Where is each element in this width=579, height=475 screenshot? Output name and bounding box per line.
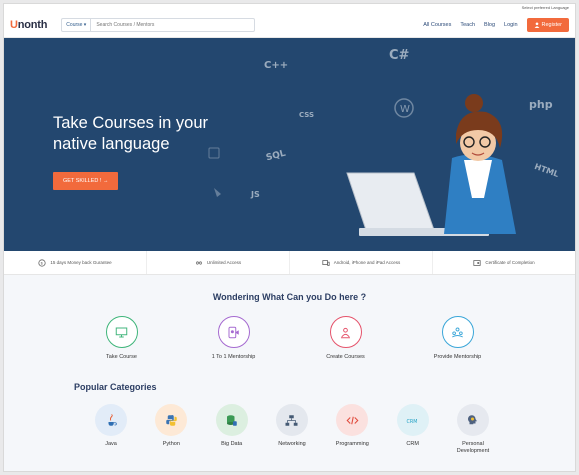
- hero-title: Take Courses in your native language: [53, 114, 208, 153]
- presenter-icon: [341, 327, 350, 338]
- feature-certificate: Certificate of Completion: [433, 251, 575, 274]
- site-logo[interactable]: Unonth: [10, 19, 47, 31]
- register-label: Register: [541, 21, 562, 28]
- category-disc: [456, 404, 489, 436]
- category-disc: [336, 404, 369, 436]
- search-bar: Course ▾: [61, 17, 256, 32]
- site-header: Unonth Course ▾ All Courses Teach Blog L…: [4, 12, 575, 38]
- category-disc: [95, 404, 127, 436]
- category-networking[interactable]: Networking: [269, 404, 315, 455]
- feature-label: 15 days Money back Gurantee: [50, 260, 112, 265]
- brain-icon: [468, 414, 478, 424]
- money-back-icon: $: [38, 258, 46, 267]
- nav-all-courses[interactable]: All Courses: [423, 22, 451, 28]
- category-personal-development[interactable]: Personal Development: [450, 404, 496, 455]
- group-icon: [452, 327, 463, 337]
- category-label: Personal Development: [456, 441, 490, 454]
- category-label: Programming: [335, 441, 369, 447]
- features-strip: $ 15 days Money back Gurantee Unlimited …: [4, 251, 575, 275]
- action-circle: [105, 316, 138, 348]
- course-category-select[interactable]: Course ▾: [62, 18, 92, 31]
- svg-text:CRM: CRM: [407, 418, 418, 424]
- category-label: Big Data: [221, 441, 243, 447]
- language-bar[interactable]: Select preferred Language: [4, 4, 575, 12]
- category-label: CRM: [406, 441, 419, 447]
- register-button[interactable]: Register: [526, 17, 569, 32]
- action-circle: [217, 316, 250, 348]
- user-icon: [534, 21, 539, 28]
- network-icon: [285, 414, 298, 426]
- actions-row: Take Course 1 To 1 Mentorship Create Cou…: [80, 316, 500, 360]
- tech-word-js: JS: [251, 190, 260, 199]
- feature-label: Android, iPhone and iPad Access: [333, 260, 401, 265]
- category-python[interactable]: Python: [148, 404, 194, 455]
- certificate-icon: [473, 259, 481, 266]
- action-take-course[interactable]: Take Course: [80, 316, 164, 360]
- action-circle: [441, 316, 474, 348]
- action-label: 1 To 1 Mentorship: [211, 354, 256, 360]
- category-big-data[interactable]: Big Data: [209, 404, 255, 455]
- feature-label: Unlimited Access: [206, 260, 242, 265]
- feature-devices: Android, iPhone and iPad Access: [290, 251, 433, 274]
- tech-word-css: CSS: [299, 111, 315, 119]
- nav-teach[interactable]: Teach: [460, 22, 475, 28]
- code-icon: [346, 416, 359, 424]
- video-call-icon: [228, 326, 239, 338]
- wonder-title: Wondering What Can you Do here ?: [212, 292, 367, 302]
- java-icon: [108, 413, 117, 426]
- category-disc: [215, 404, 248, 436]
- python-icon: [166, 414, 177, 426]
- category-label: Python: [162, 441, 180, 447]
- action-create-courses[interactable]: Create Courses: [304, 316, 388, 360]
- tech-word-php: php: [529, 98, 553, 111]
- database-icon: [227, 414, 237, 426]
- category-crm[interactable]: CRM CRM: [390, 404, 436, 455]
- action-provide-mentorship[interactable]: Provide Mentorship: [416, 316, 500, 360]
- laptop-icon: [346, 172, 435, 231]
- logo-text: nonth: [17, 18, 48, 31]
- devices-icon: [322, 259, 330, 266]
- character-bun: [465, 94, 483, 112]
- category-disc: [155, 404, 188, 436]
- page-frame: Select preferred Language Unonth Course …: [3, 3, 576, 472]
- language-selector-text[interactable]: Select preferred Language: [522, 5, 569, 10]
- main-nav: All Courses Teach Blog Login Register: [423, 17, 569, 32]
- get-skilled-button[interactable]: GET SKILLED ! →: [53, 172, 119, 190]
- category-disc: [275, 404, 308, 436]
- search-input[interactable]: [91, 18, 255, 31]
- category-java[interactable]: Java: [88, 404, 134, 455]
- feature-label: Certificate of Completion: [485, 260, 535, 265]
- nav-blog[interactable]: Blog: [484, 22, 495, 28]
- hero-banner: W C++ C# CSS php SQL JS HTML Take Course…: [4, 38, 575, 251]
- action-mentorship[interactable]: 1 To 1 Mentorship: [192, 316, 276, 360]
- logo-letter: U: [10, 18, 18, 31]
- svg-text:$: $: [41, 260, 44, 265]
- feature-money-back: $ 15 days Money back Gurantee: [4, 251, 147, 274]
- category-label: Java: [105, 441, 117, 447]
- infinity-icon: [196, 260, 202, 265]
- popular-categories-title: Popular Categories: [74, 382, 157, 392]
- crm-icon: CRM: [407, 418, 418, 424]
- tech-word-csharp: C#: [389, 48, 410, 63]
- action-label: Create Courses: [326, 354, 365, 360]
- category-programming[interactable]: Programming: [329, 404, 375, 455]
- action-label: Provide Mentorship: [433, 354, 482, 360]
- arrow-shape-icon: [214, 188, 221, 197]
- feature-unlimited: Unlimited Access: [147, 251, 290, 274]
- wordpress-letter: W: [400, 104, 410, 115]
- tech-word-cpp: C++: [264, 60, 289, 71]
- category-disc: CRM: [396, 404, 429, 436]
- action-label: Take Course: [106, 354, 137, 360]
- monitor-icon: [115, 327, 128, 337]
- action-circle: [329, 316, 362, 348]
- category-label: Networking: [278, 441, 306, 447]
- nav-login[interactable]: Login: [504, 22, 517, 28]
- categories-row: Java Python Big Data Networking Programm…: [88, 404, 496, 455]
